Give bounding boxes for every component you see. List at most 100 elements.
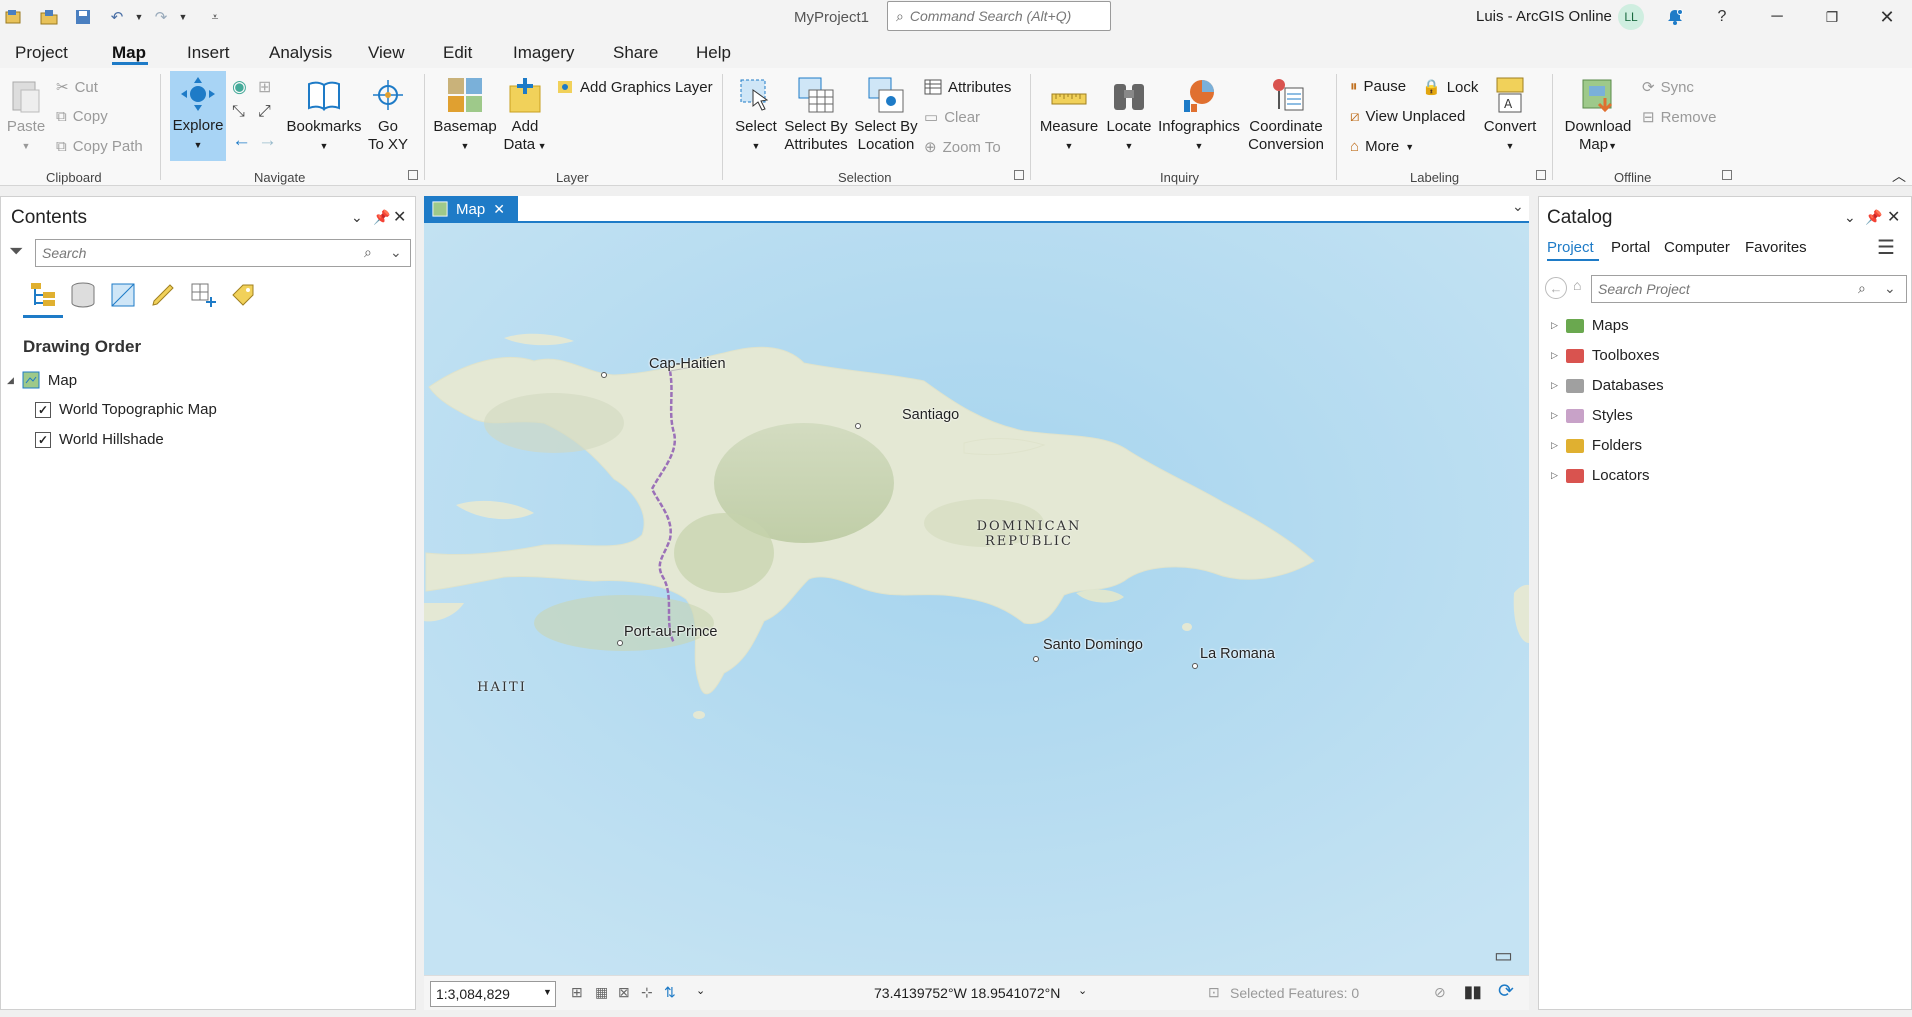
rotation-icon[interactable]: ⊠ <box>618 984 630 1001</box>
catalog-tab-computer[interactable]: Computer <box>1664 239 1730 256</box>
add-data-button[interactable]: Add Data ▼ <box>502 76 548 155</box>
back-icon[interactable]: ← <box>1545 277 1567 299</box>
list-by-drawing-order-icon[interactable] <box>29 281 57 309</box>
minimize-icon[interactable]: ─ <box>1757 2 1797 32</box>
tab-project[interactable]: Project <box>15 43 68 63</box>
search-options-icon[interactable]: ⌄ <box>1884 280 1896 297</box>
measure-button[interactable]: Measure ▼ <box>1036 76 1102 155</box>
fixed-zoom-icon[interactable]: ⊞ <box>258 77 271 97</box>
customize-qat-icon[interactable]: ⩡ <box>204 6 226 28</box>
navigate-launcher-icon[interactable] <box>408 170 418 180</box>
basemap-button[interactable]: Basemap ▼ <box>432 76 498 155</box>
refresh-icon[interactable]: ⟳ <box>1498 980 1514 1003</box>
tab-analysis[interactable]: Analysis <box>269 43 332 63</box>
avatar[interactable]: LL <box>1618 4 1644 30</box>
offline-launcher-icon[interactable] <box>1722 170 1732 180</box>
close-pane-icon[interactable]: ✕ <box>393 207 406 227</box>
catalog-item-locators[interactable]: ▷ Locators <box>1551 467 1649 484</box>
infographics-button[interactable]: Infographics ▼ <box>1156 76 1242 155</box>
zoom-to-selection-button[interactable]: ⊕ Zoom To <box>924 138 1001 157</box>
pause-labeling-button[interactable]: ⏸ Pause <box>1350 78 1406 95</box>
pin-pane-icon[interactable]: 📌 <box>373 209 390 226</box>
catalog-search-input[interactable]: Search Project ⌕ ⌄ <box>1591 275 1907 303</box>
clear-selection-button[interactable]: ▭ Clear <box>924 108 980 127</box>
zoom-out-fixed-icon[interactable]: ⤢ <box>258 103 271 121</box>
expand-triangle-icon[interactable]: ▷ <box>1551 470 1558 481</box>
list-by-source-icon[interactable] <box>69 281 97 309</box>
layer-visibility-checkbox[interactable]: ✓ <box>35 401 51 418</box>
catalog-tab-portal[interactable]: Portal <box>1611 239 1650 256</box>
explore-button[interactable]: Explore ▼ <box>170 71 226 161</box>
pin-pane-icon[interactable]: 📌 <box>1865 209 1882 226</box>
pause-drawing-icon[interactable]: ▮▮ <box>1464 982 1482 1002</box>
signed-in-user[interactable]: Luis - ArcGIS Online <box>1476 8 1612 25</box>
catalog-tab-project[interactable]: Project <box>1547 239 1594 256</box>
view-unplaced-button[interactable]: ⧄ View Unplaced <box>1350 108 1465 125</box>
help-icon[interactable]: ? <box>1702 2 1742 32</box>
catalog-item-folders[interactable]: ▷ Folders <box>1551 437 1642 454</box>
grid-icon[interactable]: ▦ <box>595 984 608 1001</box>
north-arrow-icon[interactable]: ⇅ <box>664 984 676 1001</box>
tab-view[interactable]: View <box>368 43 405 63</box>
list-by-editing-icon[interactable] <box>149 281 177 309</box>
cut-button[interactable]: ✂ Cut <box>56 78 98 97</box>
tab-edit[interactable]: Edit <box>443 43 472 63</box>
fixed-scale-icon[interactable]: ⊞ <box>571 984 583 1001</box>
select-by-location-button[interactable]: Select By Location <box>852 76 920 154</box>
list-by-labeling-icon[interactable] <box>229 281 257 309</box>
download-map-button[interactable]: Download Map▼ <box>1560 76 1636 155</box>
navigator-toggle-icon[interactable]: ▭ <box>1494 943 1513 968</box>
list-by-snapping-icon[interactable] <box>189 281 217 309</box>
undo-dropdown-icon[interactable]: ▼ <box>128 6 150 28</box>
scale-selector[interactable]: 1:3,084,829 ▼ <box>430 981 556 1007</box>
sync-button[interactable]: ⟳ Sync <box>1642 78 1694 97</box>
coordinate-conversion-button[interactable]: Coordinate Conversion <box>1244 76 1328 154</box>
remove-button[interactable]: ⊟ Remove <box>1642 108 1716 127</box>
lock-labeling-button[interactable]: 🔒 Lock <box>1422 78 1478 97</box>
copy-path-button[interactable]: ⧉ Copy Path <box>56 138 143 155</box>
expand-triangle-icon[interactable]: ▷ <box>1551 440 1558 451</box>
convert-button[interactable]: A Convert ▼ <box>1482 76 1538 155</box>
layer-item[interactable]: ✓ World Topographic Map <box>35 401 217 418</box>
next-extent-icon[interactable]: → <box>258 130 277 152</box>
save-project-icon[interactable] <box>72 6 94 28</box>
status-options-icon[interactable]: ⌄ <box>696 984 705 997</box>
tab-list-icon[interactable]: ⌄ <box>1512 198 1524 215</box>
home-icon[interactable]: ⌂ <box>1573 277 1581 293</box>
zoom-in-fixed-icon[interactable]: ⤡ <box>232 103 245 121</box>
expand-triangle-icon[interactable]: ▷ <box>1551 350 1558 361</box>
copy-button[interactable]: ⧉ Copy <box>56 108 108 125</box>
paste-button[interactable]: Paste ▼ <box>6 76 46 155</box>
restore-icon[interactable]: ❐ <box>1812 2 1852 32</box>
selection-launcher-icon[interactable] <box>1014 170 1024 180</box>
select-by-attributes-button[interactable]: Select By Attributes <box>782 76 850 154</box>
go-to-xy-button[interactable]: Go To XY <box>366 76 410 154</box>
map-canvas[interactable]: Cap-Haitien Santiago DOMINICAN REPUBLIC … <box>424 223 1529 975</box>
tab-imagery[interactable]: Imagery <box>513 43 574 63</box>
previous-extent-icon[interactable]: ← <box>232 130 251 152</box>
collapse-triangle-icon[interactable]: ◢ <box>7 375 14 386</box>
pane-options-icon[interactable]: ⌄ <box>351 209 363 226</box>
redo-dropdown-icon[interactable]: ▼ <box>172 6 194 28</box>
tab-insert[interactable]: Insert <box>187 43 230 63</box>
catalog-tab-favorites[interactable]: Favorites <box>1745 239 1807 256</box>
map-node[interactable]: ◢ Map <box>7 371 77 389</box>
pane-options-icon[interactable]: ⌄ <box>1844 209 1856 226</box>
new-project-icon[interactable] <box>2 6 24 28</box>
expand-triangle-icon[interactable]: ▷ <box>1551 410 1558 421</box>
close-window-icon[interactable]: ✕ <box>1867 2 1907 32</box>
contents-search-input[interactable]: Search ⌕ ⌄ <box>35 239 411 267</box>
locate-button[interactable]: Locate ▼ <box>1104 76 1154 155</box>
catalog-item-databases[interactable]: ▷ Databases <box>1551 377 1664 394</box>
add-graphics-layer-button[interactable]: Add Graphics Layer <box>556 78 713 96</box>
scale-dropdown-icon[interactable]: ▼ <box>543 987 552 997</box>
command-search-input[interactable]: ⌕ Command Search (Alt+Q) <box>887 1 1111 31</box>
tab-map[interactable]: Map <box>112 43 146 63</box>
expand-triangle-icon[interactable]: ▷ <box>1551 320 1558 331</box>
catalog-item-styles[interactable]: ▷ Styles <box>1551 407 1633 424</box>
catalog-item-maps[interactable]: ▷ Maps <box>1551 317 1629 334</box>
notifications-icon[interactable] <box>1655 2 1695 32</box>
bookmarks-button[interactable]: Bookmarks ▼ <box>286 76 362 155</box>
open-project-icon[interactable] <box>38 6 60 28</box>
catalog-item-toolboxes[interactable]: ▷ Toolboxes <box>1551 347 1659 364</box>
